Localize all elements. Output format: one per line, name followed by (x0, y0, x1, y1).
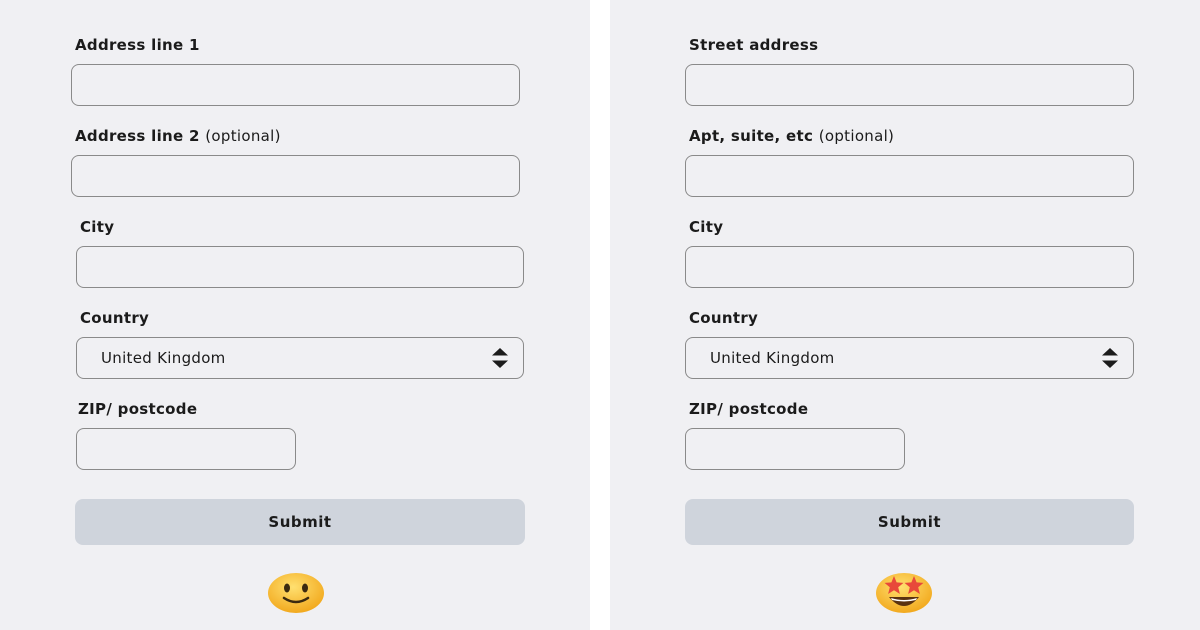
city-input[interactable] (685, 246, 1134, 288)
country-label-text: Country (80, 309, 150, 327)
apt-suite-input[interactable] (685, 155, 1134, 197)
address-line-2-label-text: Address line 2 (75, 127, 200, 145)
city-label-text: City (689, 218, 724, 236)
address-line-2-label: Address line 2 (optional) (75, 127, 281, 145)
country-select-value: United Kingdom (710, 349, 835, 367)
country-label-text: Country (689, 309, 759, 327)
country-label: Country (80, 309, 149, 327)
address-form-right: Street address Apt, suite, etc (optional… (610, 0, 1200, 630)
zip-label: ZIP/ postcode (689, 400, 808, 418)
address-line-1-label: Address line 1 (75, 36, 200, 54)
street-address-input[interactable] (685, 64, 1134, 106)
street-address-label-text: Street address (689, 36, 819, 54)
star-struck-face-icon (876, 573, 932, 613)
address-line-1-label-text: Address line 1 (75, 36, 200, 54)
slightly-smiling-face-icon (268, 573, 324, 613)
zip-label-text: ZIP/ postcode (689, 400, 809, 418)
submit-button-label: Submit (877, 513, 942, 531)
apt-suite-label: Apt, suite, etc (optional) (689, 127, 894, 145)
address-line-2-input[interactable] (71, 155, 520, 197)
optional-hint: (optional) (205, 127, 281, 145)
city-label: City (80, 218, 114, 236)
city-input[interactable] (76, 246, 524, 288)
country-select[interactable]: United Kingdom (76, 337, 524, 379)
address-line-1-input[interactable] (71, 64, 520, 106)
zip-input[interactable] (76, 428, 296, 470)
city-label-text: City (80, 218, 115, 236)
address-form-left: Address line 1 Address line 2 (optional)… (0, 0, 590, 630)
select-arrows-icon (492, 348, 508, 368)
zip-label: ZIP/ postcode (78, 400, 197, 418)
select-arrows-icon (1102, 348, 1118, 368)
country-label: Country (689, 309, 758, 327)
country-select[interactable]: United Kingdom (685, 337, 1134, 379)
submit-button-label: Submit (268, 513, 332, 531)
zip-label-text: ZIP/ postcode (78, 400, 198, 418)
country-select-value: United Kingdom (101, 349, 226, 367)
submit-button[interactable]: Submit (75, 499, 525, 545)
submit-button[interactable]: Submit (685, 499, 1134, 545)
optional-hint: (optional) (818, 127, 895, 145)
apt-suite-label-text: Apt, suite, etc (689, 127, 814, 145)
city-label: City (689, 218, 723, 236)
zip-input[interactable] (685, 428, 905, 470)
street-address-label: Street address (689, 36, 818, 54)
